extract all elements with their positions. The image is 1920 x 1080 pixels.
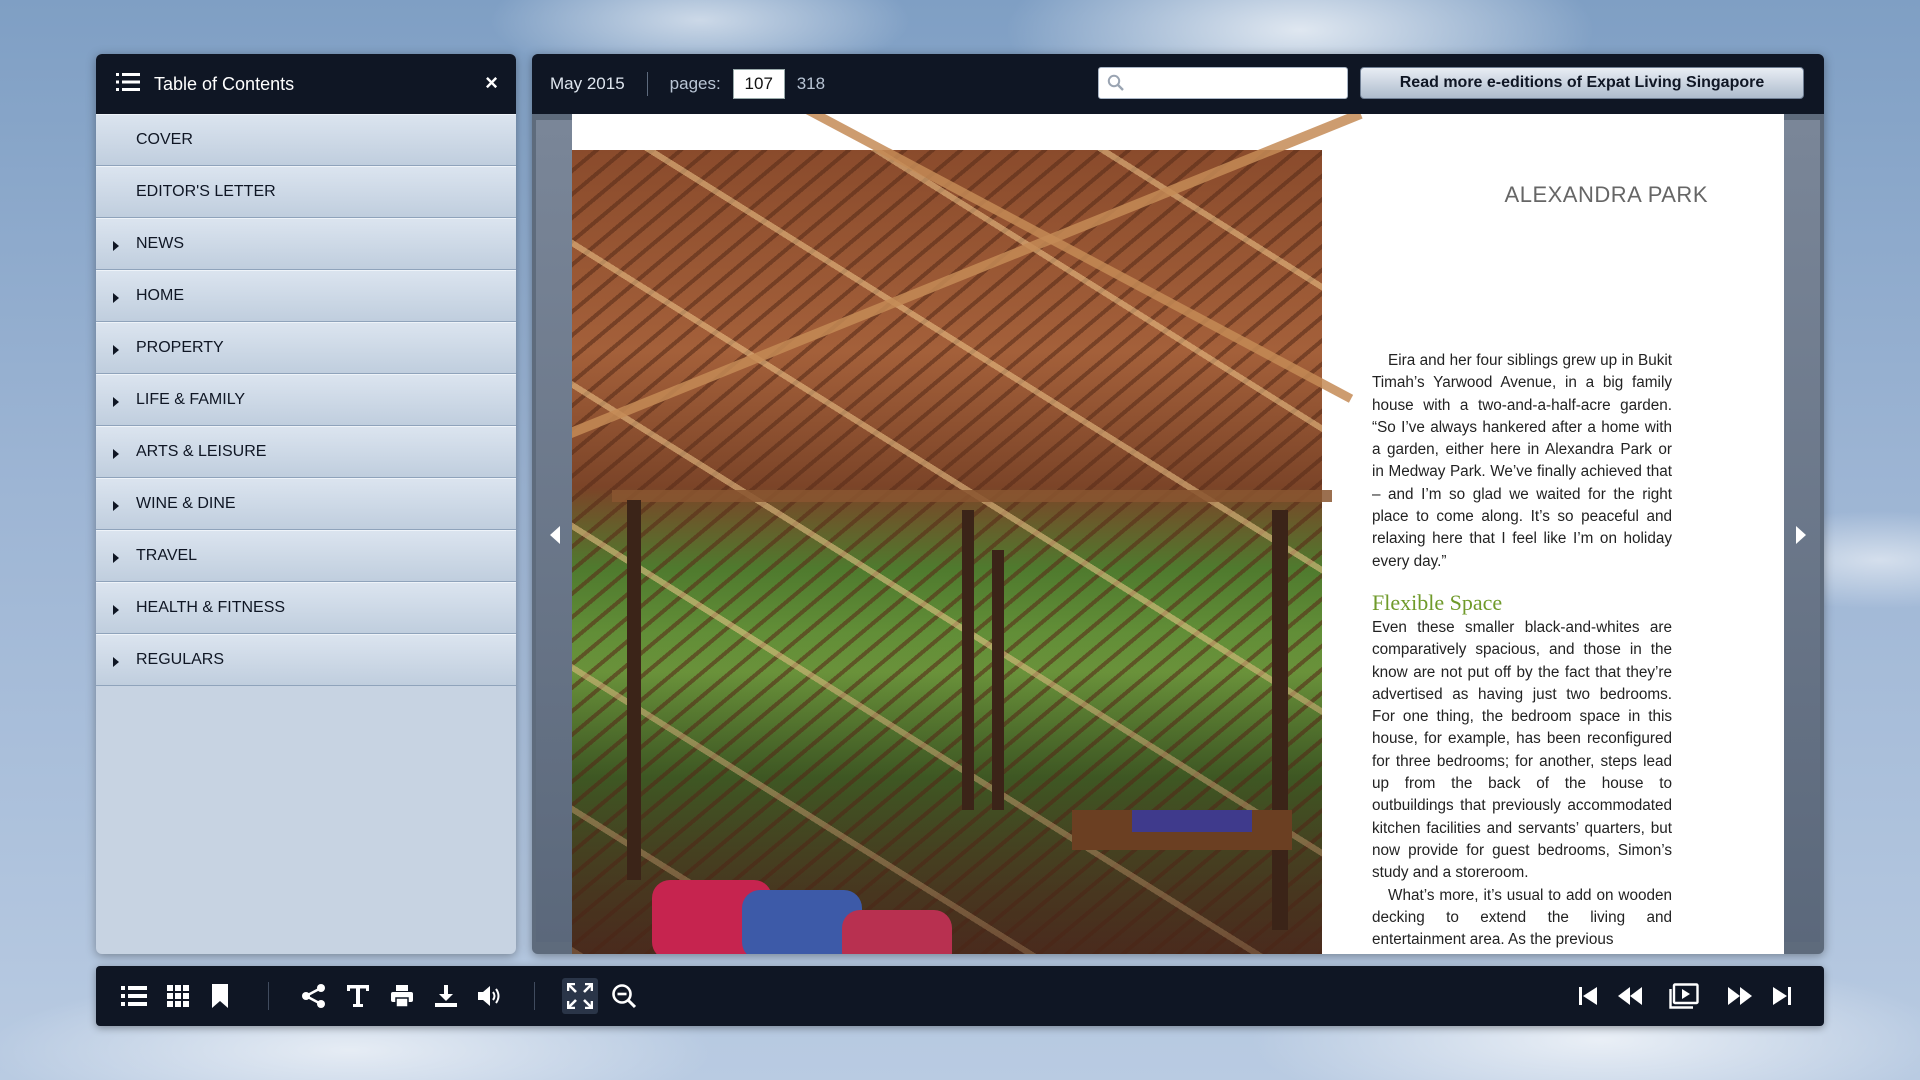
prev-page-rail[interactable] <box>536 120 572 942</box>
prev-page-arrow-icon[interactable] <box>550 526 560 544</box>
print-icon[interactable] <box>384 978 420 1014</box>
toc-list: COVER EDITOR'S LETTER NEWS HOME PROPERTY… <box>96 114 516 686</box>
article-paragraph: What’s more, it’s usual to add on wooden… <box>1372 886 1672 949</box>
veranda-photo <box>572 114 1363 954</box>
toc-item-label: PROPERTY <box>136 339 224 356</box>
article-subhead: Flexible Space <box>1372 589 1503 615</box>
share-icon[interactable] <box>296 978 332 1014</box>
toc-title: Table of Contents <box>154 73 295 94</box>
search-input[interactable] <box>1131 71 1345 97</box>
toc-list-icon <box>116 72 140 97</box>
toc-list-icon[interactable] <box>116 978 152 1014</box>
toc-item-property[interactable]: PROPERTY <box>96 322 516 374</box>
next-page-icon[interactable] <box>1722 978 1758 1014</box>
reader-panel: May 2015 pages: 318 Read more e-editions… <box>532 54 1824 954</box>
expand-arrow-icon[interactable] <box>113 345 119 355</box>
thumbnails-grid-icon[interactable] <box>160 978 196 1014</box>
expand-arrow-icon[interactable] <box>113 501 119 511</box>
reader-header: May 2015 pages: 318 Read more e-editions… <box>532 54 1824 114</box>
magazine-page[interactable]: ALEXANDRA PARK Eira and her four sibling… <box>572 114 1784 954</box>
expand-arrow-icon[interactable] <box>113 449 119 459</box>
toolbar-divider <box>534 982 535 1010</box>
sound-icon[interactable] <box>472 978 508 1014</box>
toc-item-label: TRAVEL <box>136 547 198 564</box>
issue-label: May 2015 <box>550 74 625 93</box>
bottom-toolbar <box>96 966 1824 1026</box>
toc-item-travel[interactable]: TRAVEL <box>96 530 516 582</box>
first-page-icon[interactable] <box>1570 978 1606 1014</box>
toc-item-health-fitness[interactable]: HEALTH & FITNESS <box>96 582 516 634</box>
text-icon[interactable] <box>340 978 376 1014</box>
toc-item-home[interactable]: HOME <box>96 270 516 322</box>
search-icon <box>1107 74 1125 97</box>
toc-item-arts-leisure[interactable]: ARTS & LEISURE <box>96 426 516 478</box>
single-page-view-icon[interactable] <box>1666 978 1702 1014</box>
previous-page-icon[interactable] <box>1612 978 1648 1014</box>
expand-arrow-icon[interactable] <box>113 605 119 615</box>
toc-item-life-family[interactable]: LIFE & FAMILY <box>96 374 516 426</box>
toc-item-label: EDITOR'S LETTER <box>136 183 276 200</box>
article-paragraph: Even these smaller black-and-whites are … <box>1372 618 1672 882</box>
toc-header: Table of Contents × <box>96 54 516 114</box>
header-divider <box>646 72 648 96</box>
expand-arrow-icon[interactable] <box>113 241 119 251</box>
total-pages: 318 <box>796 74 826 93</box>
expand-arrow-icon[interactable] <box>113 657 119 667</box>
close-icon[interactable]: × <box>485 70 498 96</box>
search-box[interactable] <box>1098 67 1348 99</box>
toc-item-label: COVER <box>136 131 193 148</box>
toc-item-label: REGULARS <box>136 651 225 668</box>
last-page-icon[interactable] <box>1764 978 1800 1014</box>
toc-item-wine-dine[interactable]: WINE & DINE <box>96 478 516 530</box>
toc-item-editors-letter[interactable]: EDITOR'S LETTER <box>96 166 516 218</box>
pages-label: pages: <box>669 74 721 93</box>
toc-item-label: HEALTH & FITNESS <box>136 599 286 616</box>
article-paragraph: Eira and her four siblings grew up in Bu… <box>1372 352 1672 570</box>
toc-item-label: HOME <box>136 287 184 304</box>
page-number-input[interactable] <box>732 69 785 99</box>
toc-item-label: NEWS <box>136 235 184 252</box>
bookmark-icon[interactable] <box>202 978 238 1014</box>
expand-arrow-icon[interactable] <box>113 397 119 407</box>
next-page-rail[interactable] <box>1784 120 1820 942</box>
toc-item-cover[interactable]: COVER <box>96 114 516 166</box>
next-page-arrow-icon[interactable] <box>1796 526 1806 544</box>
toc-item-label: WINE & DINE <box>136 495 236 512</box>
toc-item-label: LIFE & FAMILY <box>136 391 246 408</box>
zoom-out-icon[interactable] <box>606 978 642 1014</box>
toolbar-divider <box>268 982 269 1010</box>
expand-arrow-icon[interactable] <box>113 553 119 563</box>
article-column: Eira and her four siblings grew up in Bu… <box>1372 350 1672 951</box>
expand-arrow-icon[interactable] <box>113 293 119 303</box>
toc-panel: Table of Contents × COVER EDITOR'S LETTE… <box>96 54 516 954</box>
article-title: ALEXANDRA PARK <box>1504 182 1708 207</box>
page-stage: ALEXANDRA PARK Eira and her four sibling… <box>532 114 1824 954</box>
toc-item-news[interactable]: NEWS <box>96 218 516 270</box>
download-icon[interactable] <box>428 978 464 1014</box>
read-more-editions-button[interactable]: Read more e-editions of Expat Living Sin… <box>1360 67 1804 99</box>
toc-item-label: ARTS & LEISURE <box>136 443 267 460</box>
fullscreen-icon[interactable] <box>562 978 598 1014</box>
toc-item-regulars[interactable]: REGULARS <box>96 634 516 686</box>
